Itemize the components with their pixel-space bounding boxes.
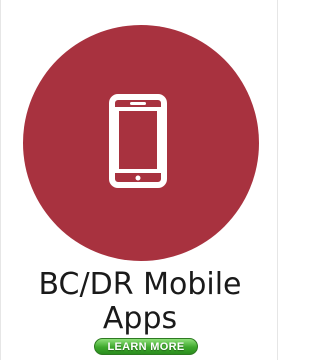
- learn-more-button[interactable]: LEARN MORE: [94, 338, 198, 355]
- app-card: BC/DR Mobile Apps LEARN MORE: [0, 0, 278, 360]
- card-title-line1: BC/DR Mobile: [38, 267, 242, 302]
- icon-circle: [23, 25, 259, 261]
- learn-more-label: LEARN MORE: [107, 340, 185, 353]
- card-title-line2: Apps: [102, 301, 178, 336]
- smartphone-icon: [109, 94, 167, 188]
